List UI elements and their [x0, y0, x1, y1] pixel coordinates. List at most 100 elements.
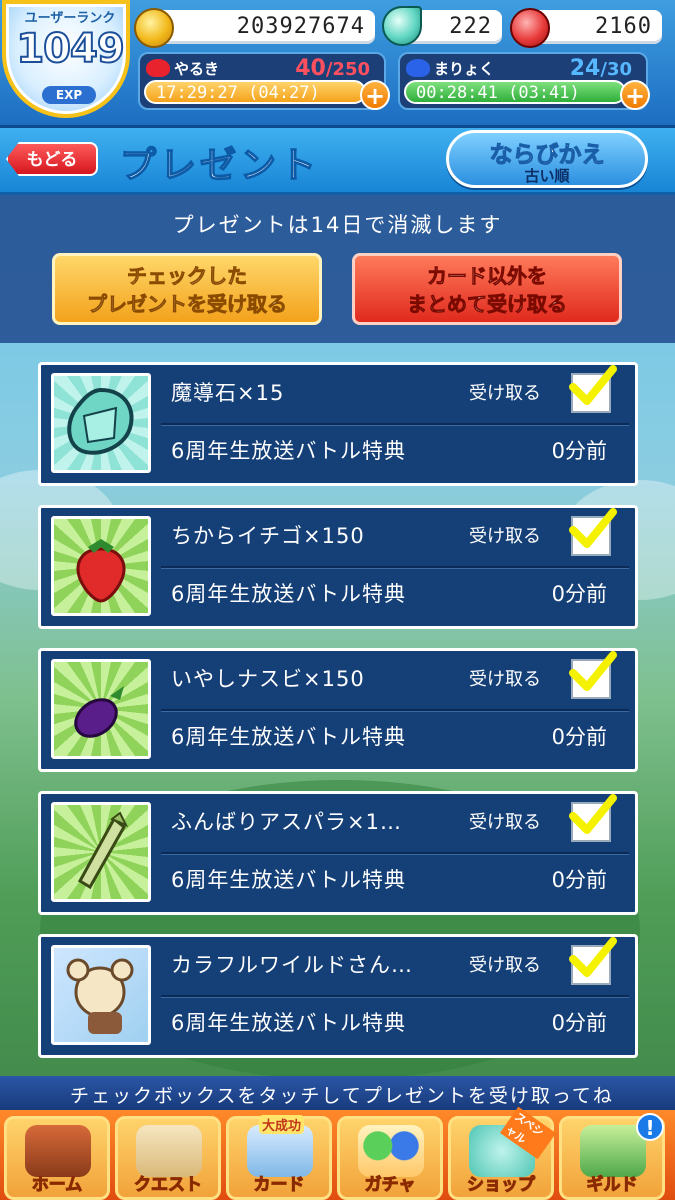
receive-checked-line2: プレゼントを受け取る	[87, 292, 288, 317]
great-success-badge: 大成功	[259, 1115, 305, 1134]
sort-button[interactable]: ならびかえ 古い順	[446, 130, 648, 188]
nav-label: ギルド	[586, 1175, 638, 1196]
receive-label: 受け取る	[469, 812, 541, 833]
nav-label: ホーム	[31, 1175, 83, 1196]
coin-counter: 203927674	[150, 10, 375, 44]
stamina-label: やるき	[174, 60, 220, 78]
item-divider	[161, 852, 629, 854]
present-time: 0分前	[551, 868, 607, 892]
asparagus-icon	[51, 802, 151, 902]
receive-label: 受け取る	[469, 669, 541, 690]
checkmark-icon	[569, 937, 617, 977]
mana-value: 24/30	[569, 56, 632, 81]
gem-icon	[51, 373, 151, 473]
item-divider	[161, 995, 629, 997]
item-divider	[161, 423, 629, 425]
nav-card[interactable]: 大成功 カード	[226, 1115, 332, 1200]
receive-all-line1: カード以外を	[427, 264, 548, 289]
present-source: 6周年生放送バトル特典	[171, 725, 406, 749]
present-time: 0分前	[551, 1011, 607, 1035]
stamina-timer-bar: 17:29:27 (04:27)	[144, 80, 366, 104]
receive-checkbox[interactable]	[569, 365, 617, 413]
coin-icon	[134, 8, 174, 48]
present-name: カラフルワイルドさん…	[171, 953, 413, 977]
present-source: 6周年生放送バトル特典	[171, 1011, 406, 1035]
rank-exp-label: EXP	[42, 86, 96, 104]
blue-puyo-icon	[406, 59, 430, 77]
receive-label: 受け取る	[469, 526, 541, 547]
receive-label: 受け取る	[469, 955, 541, 976]
receive-all-line2: まとめて受け取る	[407, 292, 568, 317]
rank-value: 1049	[15, 25, 125, 73]
nav-gacha[interactable]: ガチャ	[337, 1116, 443, 1200]
stamina-plus-button[interactable]: +	[360, 80, 390, 110]
eggplant-icon	[51, 659, 151, 759]
nav-label: ショップ	[467, 1175, 536, 1196]
present-time: 0分前	[551, 439, 607, 463]
notification-badge: !	[636, 1113, 664, 1141]
stamina-value: 40/250	[295, 56, 370, 81]
present-source: 6周年生放送バトル特典	[171, 439, 406, 463]
checkmark-icon	[569, 651, 617, 691]
red-puyo-icon	[146, 59, 170, 77]
card-character-icon	[51, 945, 151, 1045]
mana-label: まりょく	[434, 60, 495, 78]
help-ticker-text: チェックボックスをタッチしてプレゼントを受け取ってね	[70, 1085, 614, 1107]
nav-label: クエスト	[134, 1175, 203, 1196]
nav-quest[interactable]: クエスト	[115, 1116, 221, 1200]
present-time: 0分前	[551, 725, 607, 749]
back-button[interactable]: もどる	[6, 142, 98, 176]
present-source: 6周年生放送バトル特典	[171, 868, 406, 892]
page-title: プレゼント	[119, 144, 321, 187]
receive-checked-button[interactable]: チェックした プレゼントを受け取る	[52, 253, 322, 325]
sort-label: ならびかえ	[489, 142, 605, 169]
ticket-value: 2160	[595, 14, 652, 39]
present-item: ふんばりアスパラ×1… 受け取る 6周年生放送バトル特典 0分前	[38, 791, 638, 915]
strawberry-icon	[51, 516, 151, 616]
present-source: 6周年生放送バトル特典	[171, 582, 406, 606]
receive-checked-line1: チェックした	[127, 264, 248, 289]
present-info-panel: プレゼントは14日で消滅します チェックした プレゼントを受け取る カード以外を…	[0, 195, 675, 343]
expiry-notice: プレゼントは14日で消滅します	[172, 213, 503, 237]
receive-label: 受け取る	[469, 383, 541, 404]
mana-timer-bar: 00:28:41 (03:41)	[404, 80, 626, 104]
present-name: ふんばりアスパラ×1…	[171, 810, 402, 834]
nav-home[interactable]: ホーム	[4, 1116, 110, 1200]
nav-label: ガチャ	[364, 1175, 416, 1196]
present-name: ちからイチゴ×150	[171, 524, 365, 548]
present-item: 魔導石×15 受け取る 6周年生放送バトル特典 0分前	[38, 362, 638, 486]
receive-checkbox[interactable]	[569, 651, 617, 699]
item-divider	[161, 709, 629, 711]
page-header: もどる プレゼント ならびかえ 古い順	[0, 128, 675, 195]
mana-plus-button[interactable]: +	[620, 80, 650, 110]
present-item: いやしナスビ×150 受け取る 6周年生放送バトル特典 0分前	[38, 648, 638, 772]
receive-checkbox[interactable]	[569, 794, 617, 842]
ticket-icon	[510, 8, 550, 48]
stamina-timer: 17:29:27 (04:27)	[156, 83, 320, 103]
stamina-panel: やるき 40/250 17:29:27 (04:27)	[138, 52, 386, 110]
user-rank-badge[interactable]: ユーザーランク 1049 EXP	[2, 0, 130, 118]
present-item: ちからイチゴ×150 受け取る 6周年生放送バトル特典 0分前	[38, 505, 638, 629]
sort-order-value: 古い順	[524, 167, 570, 185]
gem-icon	[382, 6, 422, 46]
help-ticker: チェックボックスをタッチしてプレゼントを受け取ってね	[0, 1076, 675, 1110]
nav-guild[interactable]: ! ギルド	[559, 1113, 665, 1200]
item-divider	[161, 566, 629, 568]
checkmark-icon	[569, 508, 617, 548]
present-name: 魔導石×15	[171, 381, 285, 405]
present-time: 0分前	[551, 582, 607, 606]
mana-panel: まりょく 24/30 00:28:41 (03:41)	[398, 52, 648, 110]
nav-shop[interactable]: スペシャル ショップ	[448, 1106, 557, 1200]
checkmark-icon	[569, 365, 617, 405]
present-item: カラフルワイルドさん… 受け取る 6周年生放送バトル特典 0分前	[38, 934, 638, 1058]
receive-checkbox[interactable]	[569, 508, 617, 556]
checkmark-icon	[569, 794, 617, 834]
receive-checkbox[interactable]	[569, 937, 617, 985]
rank-title: ユーザーランク	[24, 11, 116, 26]
gem-value: 222	[449, 14, 492, 39]
bottom-nav: ホーム クエスト 大成功 カード ガチャ スペシャル ショップ ! ギルド	[0, 1106, 675, 1200]
receive-all-non-card-button[interactable]: カード以外を まとめて受け取る	[352, 253, 622, 325]
status-bar: ユーザーランク 1049 EXP 203927674 222 2160 やるき …	[0, 0, 675, 128]
nav-label: カード	[253, 1175, 305, 1196]
coin-value: 203927674	[236, 14, 365, 39]
